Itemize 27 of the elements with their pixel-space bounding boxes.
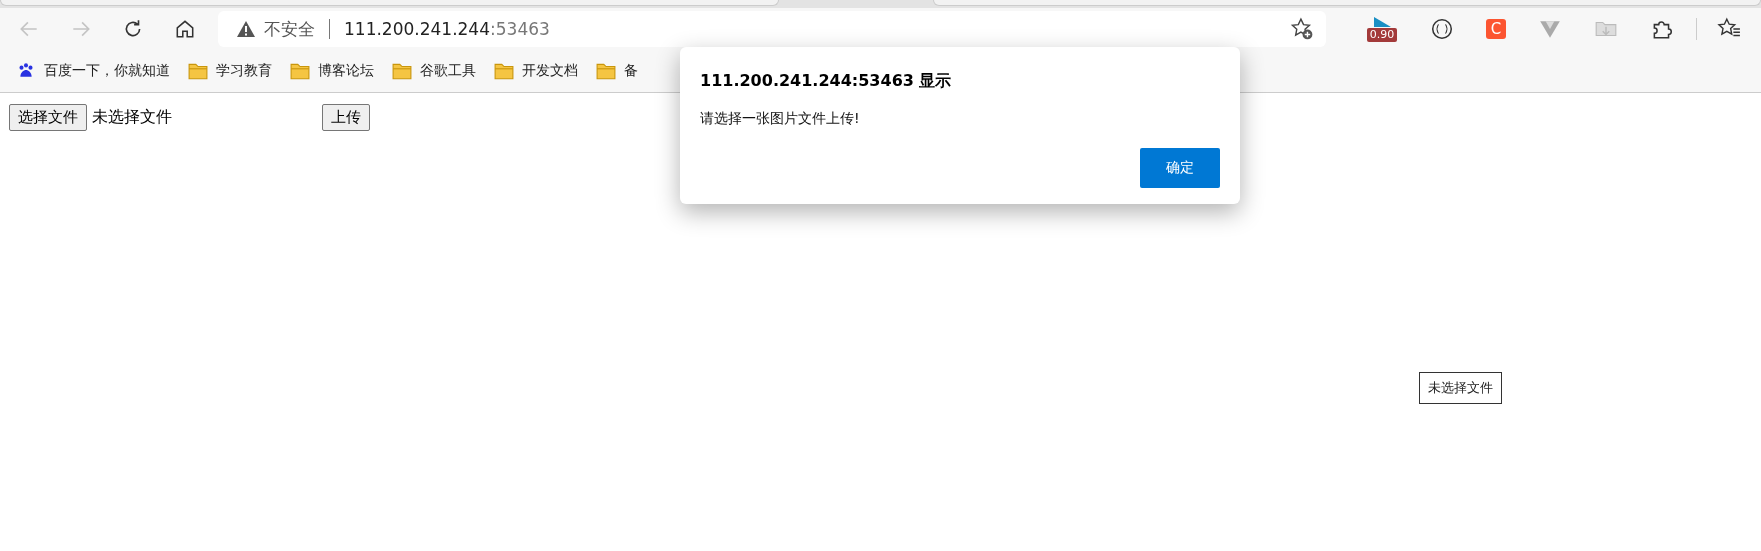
- extension-badge: 0.90: [1366, 28, 1398, 42]
- address-bar[interactable]: 不安全 111.200.241.244:53463: [218, 11, 1326, 47]
- dialog-message: 请选择一张图片文件上传!: [700, 110, 861, 128]
- choose-file-button[interactable]: 选择文件: [9, 104, 87, 131]
- folder-icon[interactable]: [188, 62, 208, 80]
- braces-icon[interactable]: [1430, 17, 1454, 41]
- bookmark-link[interactable]: 博客论坛: [318, 62, 374, 80]
- bookmark-link[interactable]: 备: [624, 62, 638, 80]
- file-status: 未选择文件: [92, 107, 173, 128]
- add-favorite-icon[interactable]: [1290, 17, 1314, 41]
- folder-icon[interactable]: [494, 62, 514, 80]
- folder-icon[interactable]: [290, 62, 310, 80]
- folder-icon[interactable]: [392, 62, 412, 80]
- warning-icon[interactable]: [236, 19, 256, 39]
- url-text: 111.200.241.244:53463: [344, 19, 551, 39]
- tooltip: 未选择文件: [1419, 372, 1502, 404]
- flag-icon[interactable]: [1371, 16, 1393, 28]
- dialog-title: 111.200.241.244:53463 显示: [700, 71, 953, 92]
- upload-button[interactable]: 上传: [322, 104, 370, 131]
- bookmark-link[interactable]: 百度一下，你就知道: [44, 62, 170, 80]
- bookmark-link[interactable]: 学习教育: [216, 62, 272, 80]
- ok-button[interactable]: 确定: [1140, 148, 1220, 188]
- folder-icon[interactable]: [596, 62, 616, 80]
- bookmark-link[interactable]: 开发文档: [522, 62, 578, 80]
- bookmark-link[interactable]: 谷歌工具: [420, 62, 476, 80]
- security-label: 不安全: [264, 17, 315, 41]
- home-icon[interactable]: [174, 18, 196, 40]
